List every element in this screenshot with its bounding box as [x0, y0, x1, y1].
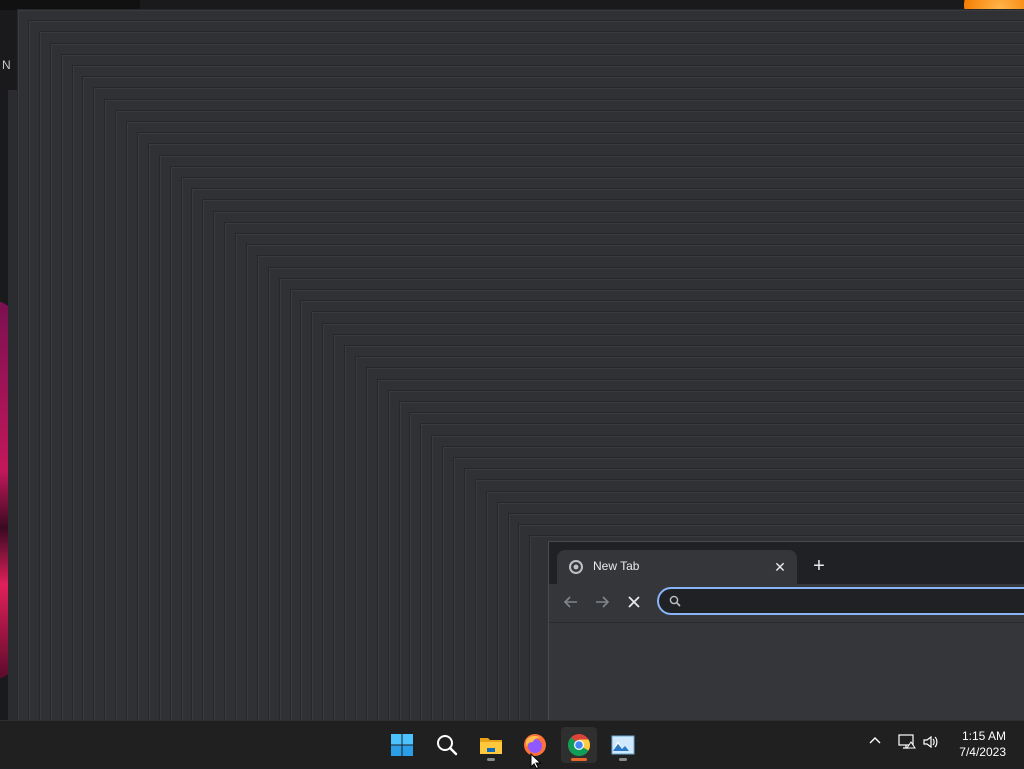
address-input[interactable] [689, 592, 1023, 612]
image-icon [611, 733, 635, 757]
browser-toolbar [549, 584, 1024, 620]
file-explorer-button[interactable] [473, 727, 509, 763]
chrome-icon [567, 733, 591, 757]
clock-time: 1:15 AM [936, 728, 1006, 744]
system-clock[interactable]: 1:15 AM 7/4/2023 [936, 728, 1006, 760]
address-bar[interactable] [657, 587, 1024, 615]
partial-window-label: N [2, 58, 11, 72]
clock-date: 7/4/2023 [936, 744, 1006, 760]
tab-strip: New Tab ✕ + [549, 542, 1024, 584]
active-indicator [571, 758, 587, 761]
folder-icon [479, 733, 503, 757]
tab-title: New Tab [593, 559, 639, 573]
desktop: N New Tab ✕ + [0, 0, 1024, 720]
back-arrow-icon[interactable] [559, 590, 583, 614]
image-viewer-button[interactable] [605, 727, 641, 763]
tab-close-icon[interactable]: ✕ [771, 558, 789, 576]
network-icon[interactable] [898, 733, 916, 756]
ghost-window-edge [0, 0, 140, 10]
chrome-window: New Tab ✕ + [548, 541, 1024, 720]
new-tab-plus-icon[interactable]: + [807, 554, 831, 578]
new-tab-page [549, 622, 1024, 720]
stop-loading-icon[interactable] [622, 590, 646, 614]
chrome-button[interactable] [561, 727, 597, 763]
search-icon [435, 733, 459, 757]
ghost-window-edge [8, 90, 18, 720]
taskbar: 1:15 AM 7/4/2023 [0, 720, 1024, 768]
forward-arrow-icon[interactable] [590, 590, 614, 614]
start-button[interactable] [384, 727, 420, 763]
tab-new-tab[interactable]: New Tab ✕ [557, 550, 797, 584]
search-icon [669, 595, 681, 607]
search-button[interactable] [429, 727, 465, 763]
mouse-pointer-icon [530, 753, 542, 769]
chrome-favicon [569, 560, 583, 574]
chevron-up-icon[interactable] [867, 733, 883, 754]
running-indicator [487, 758, 495, 761]
windows-logo-icon [390, 733, 414, 757]
running-indicator [619, 758, 627, 761]
